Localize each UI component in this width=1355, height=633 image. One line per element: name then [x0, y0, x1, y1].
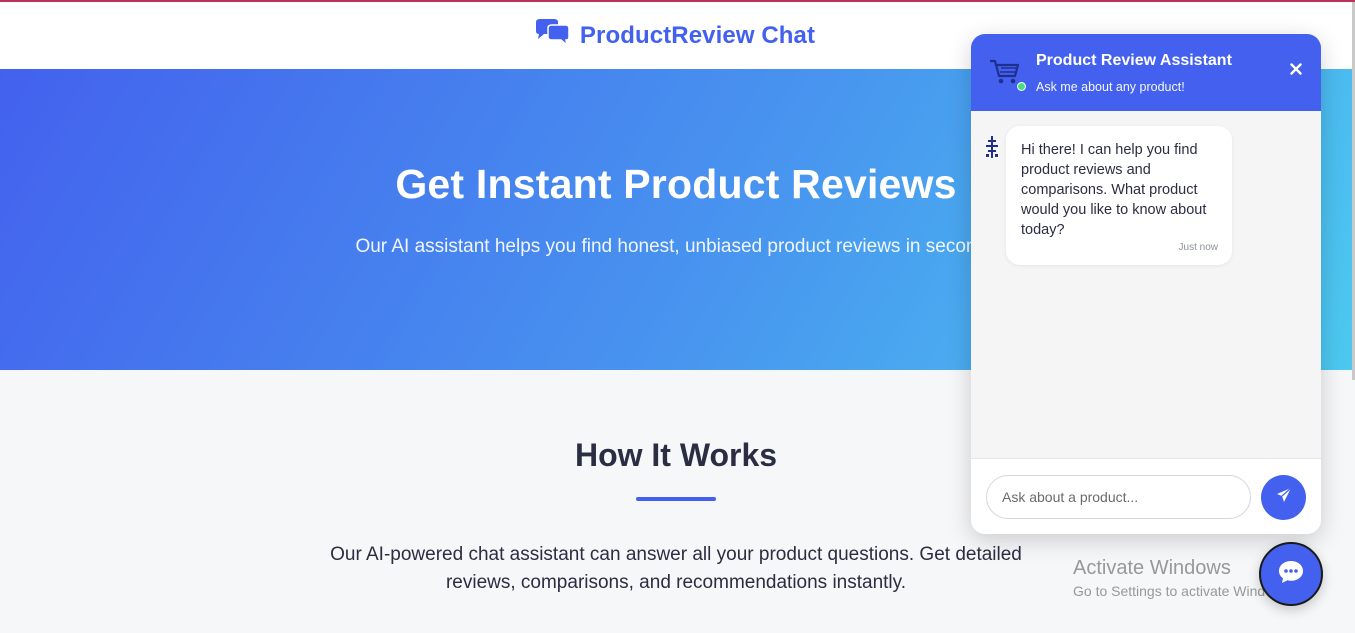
close-chat-button[interactable]: [1285, 60, 1307, 82]
bot-message: Hi there! I can help you find product re…: [1006, 126, 1232, 265]
chat-header: Product Review Assistant Ask me about an…: [971, 34, 1321, 111]
robot-icon: [985, 135, 999, 164]
online-status-indicator: [1017, 82, 1026, 91]
chat-input[interactable]: [986, 475, 1251, 519]
how-it-works-description: Our AI-powered chat assistant can answer…: [330, 544, 1022, 593]
chat-input-bar: [971, 458, 1321, 534]
bot-message-text: Hi there! I can help you find product re…: [1021, 142, 1207, 238]
chat-widget: Product Review Assistant Ask me about an…: [971, 34, 1321, 534]
windows-watermark-title: Activate Windows: [1073, 557, 1231, 579]
comments-icon: [534, 19, 571, 52]
brand[interactable]: ProductReview Chat: [534, 19, 815, 52]
message-timestamp: Just now: [1178, 242, 1218, 253]
chat-bubble-icon: [1277, 559, 1305, 590]
section-divider: [636, 497, 716, 501]
paper-plane-icon: [1276, 487, 1292, 508]
chat-subtitle: Ask me about any product!: [1036, 80, 1185, 94]
chat-messages[interactable]: Hi there! I can help you find product re…: [971, 111, 1321, 458]
close-icon: [1290, 62, 1302, 80]
send-button[interactable]: [1261, 475, 1306, 520]
brand-name: ProductReview Chat: [579, 21, 816, 49]
chat-launcher-button[interactable]: [1259, 542, 1323, 606]
page: ProductReview Chat Get Instant Product R…: [0, 0, 1355, 633]
chat-title: Product Review Assistant: [1036, 52, 1232, 69]
